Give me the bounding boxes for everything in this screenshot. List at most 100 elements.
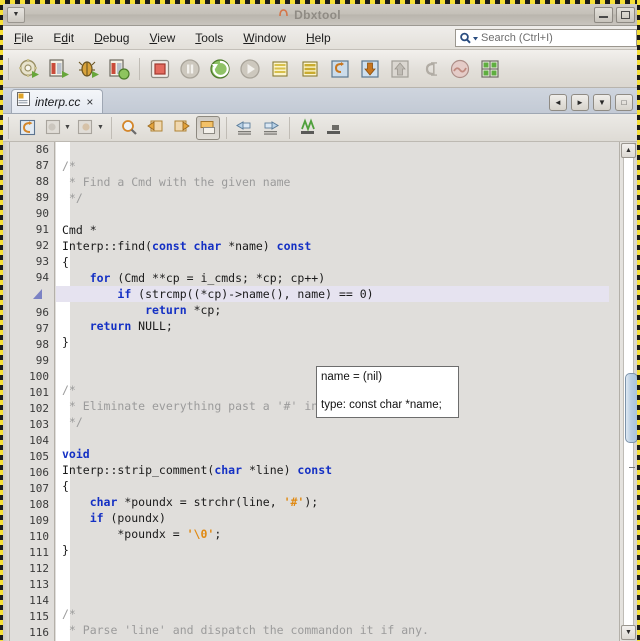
toggle-highlight-icon[interactable] — [195, 115, 220, 140]
line-number[interactable]: 116 — [11, 625, 54, 641]
code-line[interactable] — [56, 558, 609, 574]
code-line[interactable] — [56, 574, 609, 590]
scroll-up-button[interactable]: ▲ — [621, 143, 636, 158]
line-number[interactable]: 101 — [11, 385, 54, 401]
code-line[interactable]: Interp::strip_comment(char *line) const — [56, 462, 609, 478]
line-number[interactable]: 90 — [11, 206, 54, 222]
menu-item-help[interactable]: Help — [297, 28, 340, 48]
build-hammer-icon[interactable] — [476, 55, 504, 83]
line-number[interactable]: 91 — [11, 222, 54, 238]
shift-right-icon[interactable] — [259, 116, 283, 140]
magnifier-icon[interactable] — [118, 116, 142, 140]
line-number[interactable]: 115 — [11, 609, 54, 625]
chevron-down-icon[interactable]: ▼ — [64, 124, 71, 131]
code-line[interactable] — [56, 206, 609, 222]
window-profile-icon[interactable] — [105, 55, 133, 83]
continue-arrow-icon[interactable] — [206, 55, 234, 83]
code-editor[interactable]: 86 87 88 89 90 91 92 93 94 96 97 98 99 100 101 102 103 10… — [3, 142, 637, 641]
code-line[interactable]: return *cp; — [56, 302, 609, 318]
forward-bookmark-icon[interactable] — [74, 116, 98, 140]
code-line[interactable]: /* — [56, 606, 609, 622]
back-bookmark-icon[interactable] — [41, 116, 65, 140]
menu-item-tools[interactable]: Tools — [186, 28, 232, 48]
apply-changes-icon[interactable] — [446, 55, 474, 83]
code-line[interactable]: { — [56, 478, 609, 494]
scroll-tabs-right-button[interactable]: ► — [571, 94, 589, 111]
line-number[interactable]: 103 — [11, 417, 54, 433]
play-circle-icon[interactable] — [236, 55, 264, 83]
line-number[interactable]: 99 — [11, 353, 54, 369]
step-over-icon[interactable] — [266, 55, 294, 83]
code-line[interactable]: char *poundx = strchr(line, '#'); — [56, 494, 609, 510]
line-number-gutter[interactable]: 86 87 88 89 90 91 92 93 94 96 97 98 99 100 101 102 103 10… — [11, 142, 55, 641]
line-number[interactable]: 88 — [11, 174, 54, 190]
line-number[interactable]: 86 — [11, 142, 54, 158]
tab-list-dropdown-button[interactable]: ▼ — [593, 94, 611, 111]
code-line[interactable] — [56, 590, 609, 606]
macro-stop-icon[interactable] — [322, 116, 346, 140]
code-line[interactable]: for (Cmd **cp = i_cmds; *cp; cp++) — [56, 270, 609, 286]
line-number[interactable]: 92 — [11, 238, 54, 254]
code-line[interactable]: } — [56, 334, 609, 350]
search-input[interactable]: Search (Ctrl+I) — [481, 32, 553, 44]
line-number[interactable]: 105 — [11, 449, 54, 465]
scrollbar-thumb[interactable] — [625, 373, 637, 443]
gear-run-icon[interactable] — [15, 55, 43, 83]
menu-item-file[interactable]: File — [5, 28, 42, 48]
vertical-scrollbar[interactable]: ▲ ▼ — [619, 142, 637, 641]
step-expression-icon[interactable] — [326, 55, 354, 83]
menu-item-view[interactable]: View — [140, 28, 184, 48]
line-number[interactable] — [11, 289, 54, 305]
line-number[interactable]: 89 — [11, 190, 54, 206]
menu-item-window[interactable]: Window — [234, 28, 295, 48]
maximize-button[interactable] — [616, 6, 635, 23]
code-line[interactable]: return NULL; — [56, 318, 609, 334]
tab-interp-cc[interactable]: interp.cc × — [11, 89, 104, 113]
line-number[interactable]: 107 — [11, 481, 54, 497]
find-previous-icon[interactable] — [144, 116, 168, 140]
line-number[interactable]: 108 — [11, 497, 54, 513]
line-number[interactable]: 112 — [11, 561, 54, 577]
line-number[interactable]: 97 — [11, 321, 54, 337]
step-down-arrow-icon[interactable] — [356, 55, 384, 83]
shift-left-icon[interactable] — [233, 116, 257, 140]
macro-record-icon[interactable] — [296, 116, 320, 140]
scroll-down-button[interactable]: ▼ — [621, 625, 636, 640]
code-line[interactable] — [56, 350, 609, 366]
code-line[interactable]: Interp::find(const char *name) const — [56, 238, 609, 254]
menu-item-edit[interactable]: Edit — [44, 28, 83, 48]
line-number[interactable]: 109 — [11, 513, 54, 529]
code-line[interactable]: *poundx = '\0'; — [56, 526, 609, 542]
chevron-down-icon[interactable]: ▼ — [97, 124, 104, 131]
line-number[interactable]: 106 — [11, 465, 54, 481]
code-line[interactable] — [56, 430, 609, 446]
bookmark-icon[interactable] — [15, 116, 39, 140]
run-to-cursor-icon[interactable] — [416, 55, 444, 83]
line-number[interactable]: 96 — [11, 305, 54, 321]
step-into-icon[interactable] — [296, 55, 324, 83]
line-number[interactable]: 102 — [11, 401, 54, 417]
code-line[interactable]: * Find a Cmd with the given name — [56, 174, 609, 190]
line-number[interactable]: 110 — [11, 529, 54, 545]
code-line[interactable] — [56, 142, 609, 158]
code-line[interactable]: Cmd * — [56, 222, 609, 238]
line-number[interactable]: 93 — [11, 254, 54, 270]
code-line[interactable]: void — [56, 446, 609, 462]
code-line[interactable]: } — [56, 542, 609, 558]
line-number[interactable]: 94 — [11, 270, 54, 286]
scroll-tabs-left-button[interactable]: ◄ — [549, 94, 567, 111]
code-line[interactable]: /* — [56, 158, 609, 174]
stop-square-icon[interactable] — [146, 55, 174, 83]
code-line[interactable]: */ — [56, 190, 609, 206]
pause-circle-icon[interactable] — [176, 55, 204, 83]
step-out-up-icon[interactable] — [386, 55, 414, 83]
close-icon[interactable]: × — [85, 96, 94, 108]
code-line[interactable]: * Parse 'line' and dispatch the commando… — [56, 622, 609, 638]
scrollbar-track[interactable] — [623, 158, 637, 625]
bug-run-icon[interactable] — [75, 55, 103, 83]
code-line[interactable]: if (poundx) — [56, 510, 609, 526]
line-number[interactable]: 113 — [11, 577, 54, 593]
minimize-button[interactable] — [594, 6, 613, 23]
find-next-icon[interactable] — [170, 116, 194, 140]
line-number[interactable]: 104 — [11, 433, 54, 449]
